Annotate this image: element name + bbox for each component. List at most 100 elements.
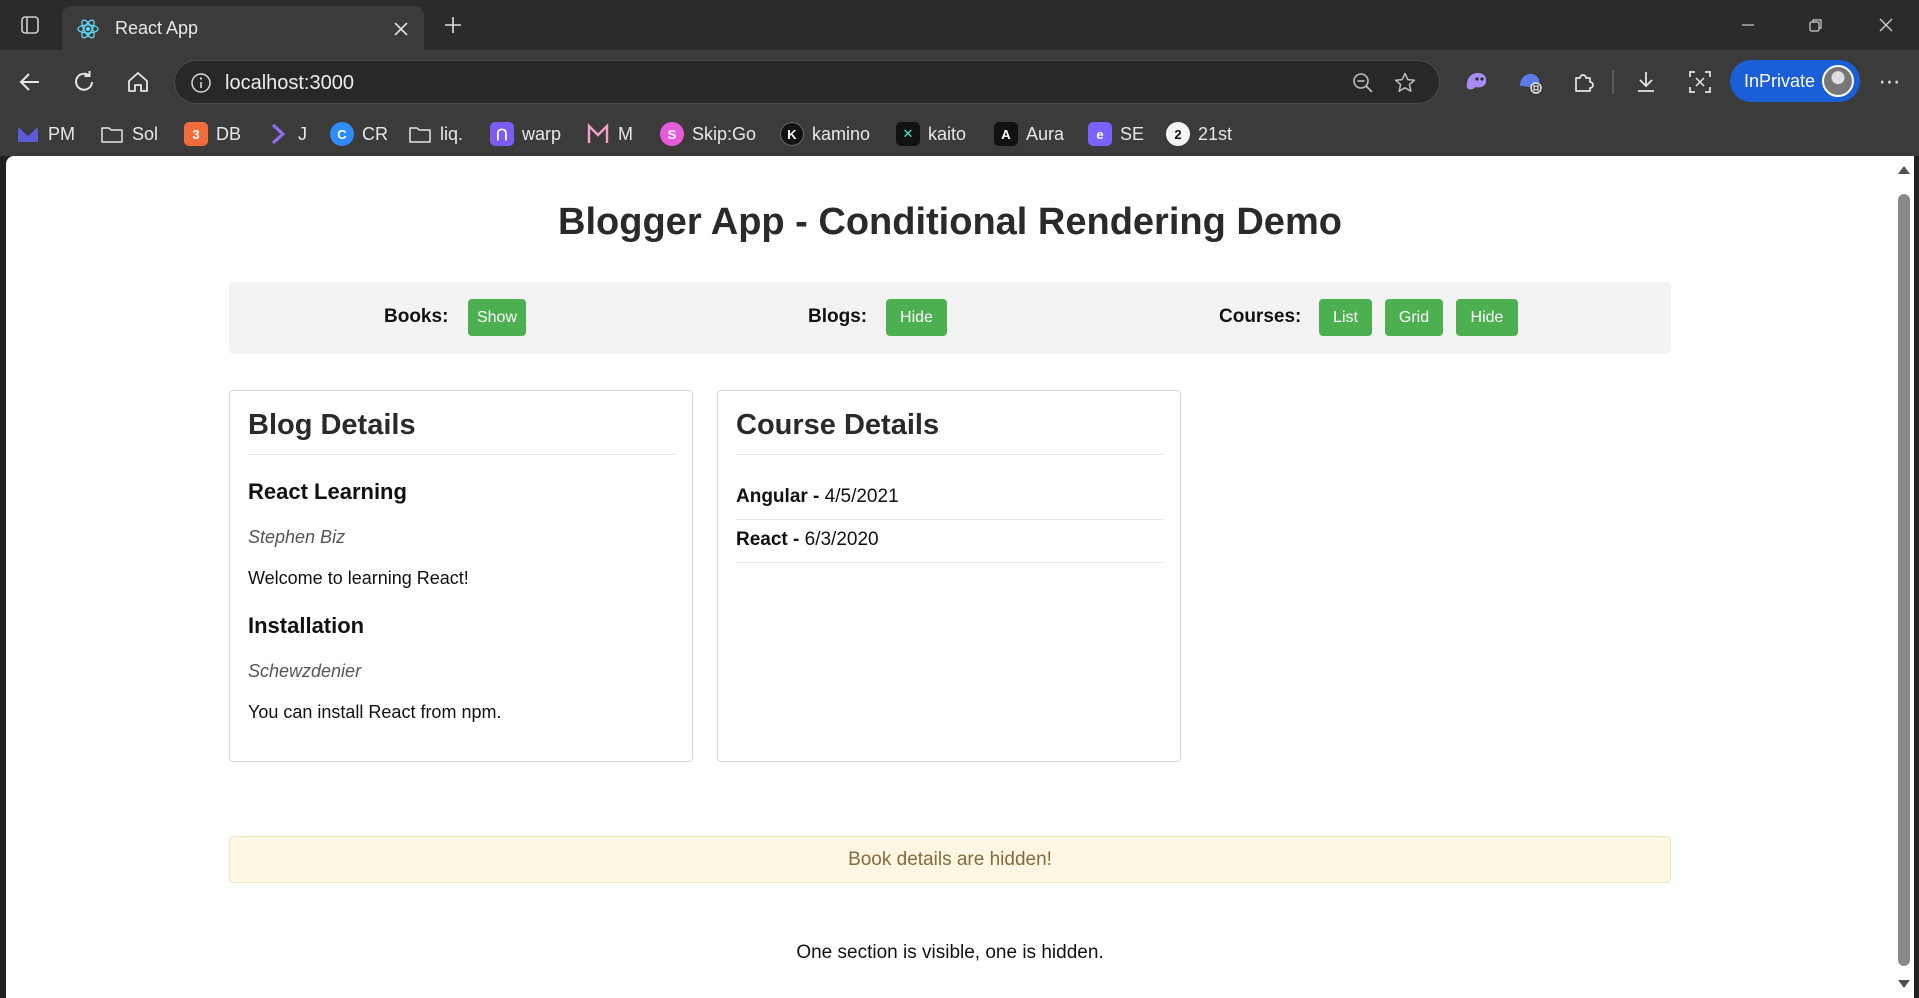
more-options-icon[interactable]: ⋯ — [1874, 66, 1906, 98]
blogs-hide-button[interactable]: Hide — [886, 299, 947, 336]
blog-card-title: Blog Details — [248, 409, 416, 441]
blog-post-title: Installation — [248, 613, 365, 638]
course-card-title: Course Details — [736, 409, 940, 441]
scroll-up-arrow-icon[interactable] — [1898, 166, 1910, 174]
courses-grid-button[interactable]: Grid — [1385, 299, 1443, 336]
bookmark-warp[interactable]: ⋂ warp — [490, 120, 561, 148]
books-show-button[interactable]: Show — [468, 299, 526, 336]
bookmark-label: 21st — [1198, 123, 1233, 144]
bookmark-label: SE — [1120, 123, 1145, 144]
course-name: Angular - — [736, 486, 825, 507]
zoom-icon[interactable] — [1351, 71, 1375, 95]
course-date: 4/5/2021 — [824, 486, 899, 507]
site-info-icon[interactable] — [189, 71, 213, 95]
favorite-star-icon[interactable] — [1393, 71, 1417, 95]
bookmarks-bar: PM Sol 3 DB J C CR liq. ⋂ warp M S Skip:… — [0, 112, 1919, 156]
folder-icon — [100, 122, 124, 146]
se-logo-icon: e — [1088, 122, 1112, 146]
bookmark-label: DB — [216, 123, 242, 144]
warp-logo-icon: ⋂ — [490, 122, 514, 146]
bookmark-cr[interactable]: C CR — [330, 120, 388, 148]
address-bar[interactable]: localhost:3000 — [174, 60, 1440, 104]
course-name: React - — [736, 529, 805, 550]
bookmark-folder-sol[interactable]: Sol — [100, 120, 158, 148]
bookmark-kaito[interactable]: ✕ kaito — [896, 120, 966, 148]
bookmark-skipgo[interactable]: S Skip:Go — [660, 120, 756, 148]
bookmark-db[interactable]: 3 DB — [184, 120, 241, 148]
bookmark-pm[interactable]: PM — [16, 120, 75, 148]
aura-logo-icon: A — [994, 122, 1018, 146]
avatar — [1822, 65, 1854, 97]
controls-panel: Books: Show Blogs: Hide Courses: List Gr… — [229, 282, 1671, 354]
ghost-extension-icon[interactable] — [1460, 66, 1492, 98]
inprivate-profile-button[interactable]: InPrivate — [1730, 60, 1860, 102]
react-logo-icon — [76, 17, 100, 41]
minimize-icon[interactable] — [1728, 8, 1768, 42]
scroll-down-arrow-icon[interactable] — [1898, 980, 1910, 988]
close-window-icon[interactable] — [1866, 8, 1906, 42]
extensions-puzzle-icon[interactable] — [1568, 66, 1600, 98]
course-details-card: Course Details Angular - 4/5/2021 React … — [717, 390, 1181, 762]
books-hidden-alert: Book details are hidden! — [229, 836, 1671, 883]
page-scrollbar[interactable] — [1894, 156, 1914, 998]
bookmark-se[interactable]: e SE — [1088, 120, 1144, 148]
url-text: localhost:3000 — [225, 72, 354, 94]
bookmark-folder-liq[interactable]: liq. — [408, 120, 463, 148]
tab-strip: React App — [0, 0, 1919, 50]
21st-logo-icon: 2 — [1166, 122, 1190, 146]
blogs-label: Blogs: — [808, 306, 868, 327]
bookmark-kamino[interactable]: K kamino — [780, 120, 870, 148]
blog-post-author: Schewzdenier — [248, 661, 362, 681]
bookmark-j[interactable]: J — [266, 120, 307, 148]
course-name-text: Angular — [736, 486, 808, 507]
close-tab-icon[interactable] — [388, 16, 414, 42]
course-list-item: React - 6/3/2020 — [736, 520, 1163, 563]
restore-icon[interactable] — [1796, 8, 1836, 42]
bookmark-label: kaito — [928, 123, 967, 144]
card-divider — [248, 454, 675, 455]
card-divider — [736, 454, 1163, 455]
active-tab[interactable]: React App — [62, 6, 424, 50]
blog-details-card: Blog Details React Learning Stephen Biz … — [229, 390, 693, 762]
tab-actions-icon[interactable] — [14, 10, 46, 40]
page-title: Blogger App - Conditional Rendering Demo — [558, 201, 1342, 243]
reload-icon[interactable] — [66, 64, 102, 100]
downloads-icon[interactable] — [1630, 66, 1662, 98]
folder-icon — [408, 122, 432, 146]
new-tab-icon[interactable] — [438, 10, 468, 40]
m-outline-logo-icon — [586, 122, 610, 146]
m-logo-icon — [16, 122, 40, 146]
courses-list-button[interactable]: List — [1319, 299, 1372, 336]
back-icon[interactable] — [12, 64, 48, 100]
bookmark-label: CR — [362, 123, 388, 144]
bookmark-aura[interactable]: A Aura — [994, 120, 1064, 148]
cr-logo-icon: C — [330, 122, 354, 146]
bookmark-label: warp — [522, 123, 562, 144]
blog-post-body: You can install React from npm. — [248, 702, 502, 722]
bookmark-label: M — [618, 123, 633, 144]
home-icon[interactable] — [120, 64, 156, 100]
blog-post-title: React Learning — [248, 479, 407, 504]
tab-title: React App — [115, 18, 199, 38]
extension-badge-icon[interactable] — [1514, 66, 1546, 98]
kaito-logo-icon: ✕ — [896, 122, 920, 146]
course-date: 6/3/2020 — [804, 529, 879, 550]
db-logo-icon: 3 — [184, 122, 208, 146]
blog-post-body: Welcome to learning React! — [248, 568, 469, 588]
kamino-logo-icon: K — [780, 122, 804, 146]
bookmark-label: kamino — [812, 123, 871, 144]
bookmark-m[interactable]: M — [586, 120, 633, 148]
bookmark-21st[interactable]: 2 21st — [1166, 120, 1232, 148]
screenshot-icon[interactable] — [1684, 66, 1716, 98]
scroll-thumb[interactable] — [1898, 194, 1910, 966]
bookmark-label: Aura — [1026, 123, 1065, 144]
browser-toolbar: localhost:3000 InPrivate ⋯ — [0, 50, 1919, 112]
toolbar-divider — [1612, 70, 1614, 94]
course-list-item: Angular - 4/5/2021 — [736, 477, 1163, 520]
bookmark-label: liq. — [440, 123, 464, 144]
bookmark-label: Sol — [132, 123, 159, 144]
chevron-logo-icon — [266, 122, 290, 146]
books-label: Books: — [384, 306, 449, 327]
courses-hide-button[interactable]: Hide — [1456, 299, 1518, 336]
footer-note: One section is visible, one is hidden. — [796, 942, 1104, 963]
